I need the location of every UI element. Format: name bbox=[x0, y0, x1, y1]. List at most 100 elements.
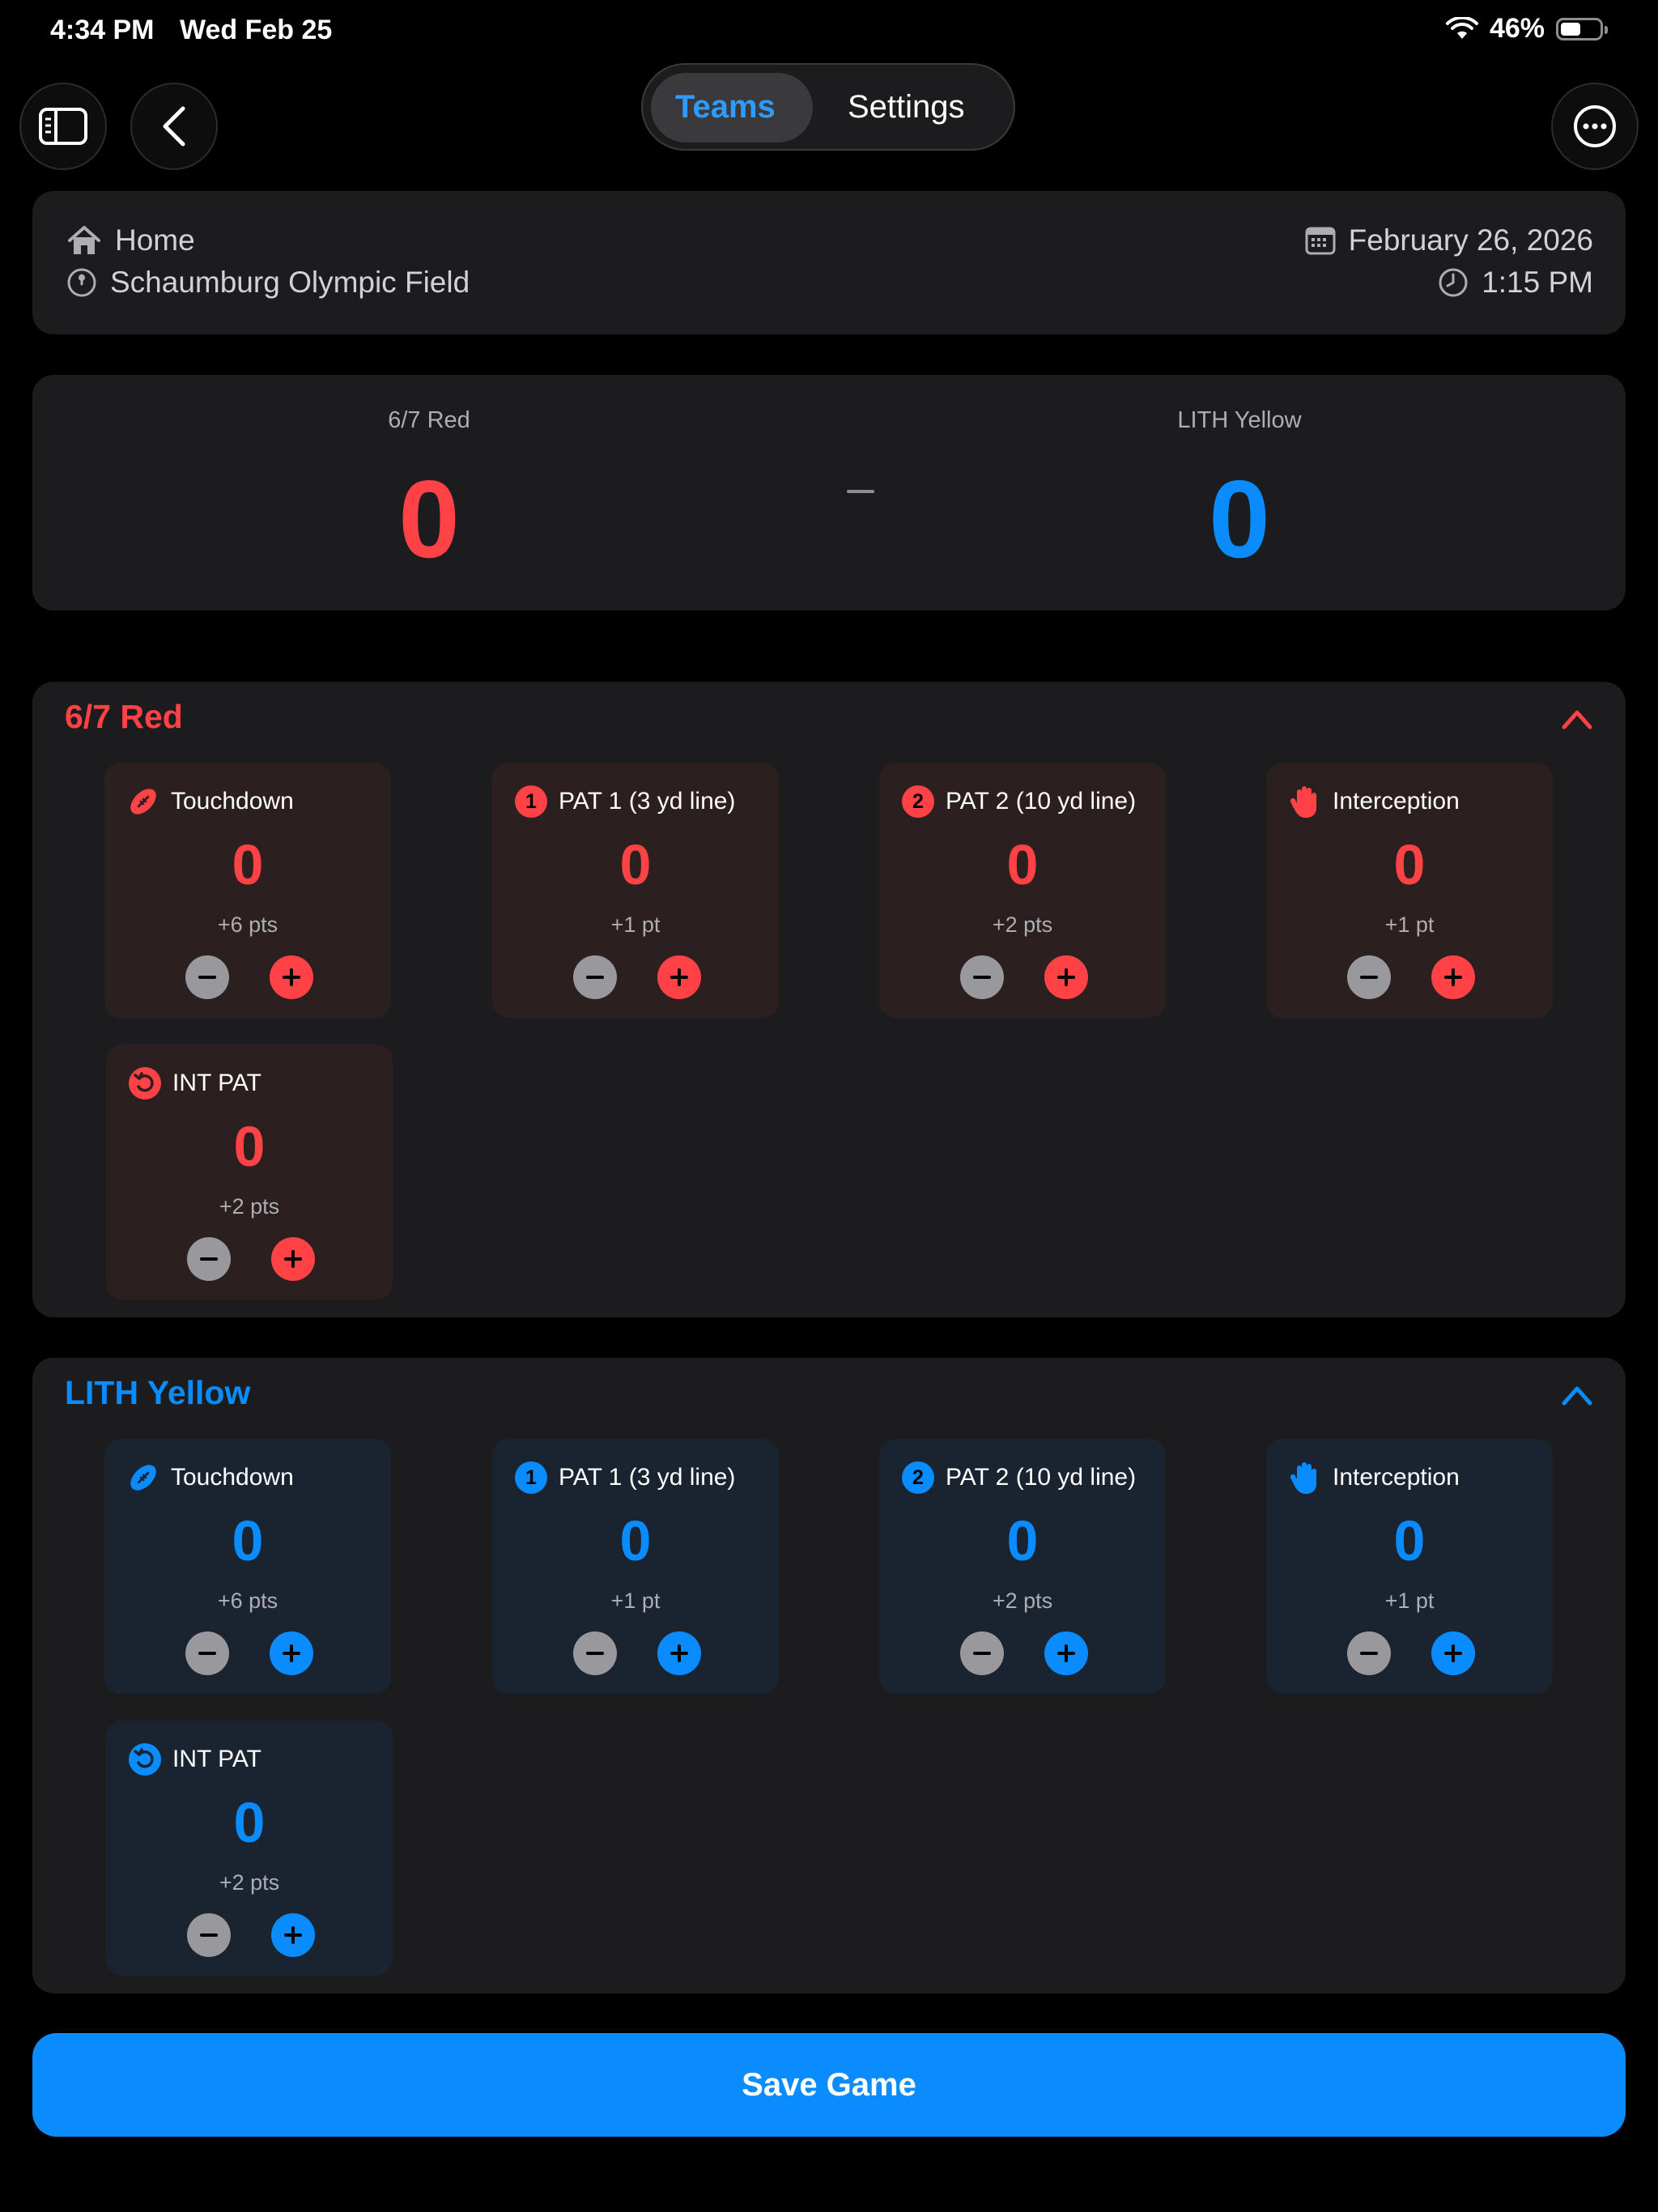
stat-card-touchdown: Touchdown 0 +6 pts bbox=[104, 763, 391, 1018]
decrement-button[interactable] bbox=[185, 1631, 229, 1675]
stat-card-interception: Interception 0 +1 pt bbox=[1266, 763, 1553, 1018]
minus-icon bbox=[1360, 976, 1378, 979]
venue-row: Schaumburg Olympic Field bbox=[66, 266, 470, 300]
stat-value: 0 bbox=[1006, 833, 1039, 896]
ellipsis-circle-icon bbox=[1574, 105, 1616, 147]
chevron-up-icon[interactable] bbox=[1561, 704, 1593, 734]
stat-label: PAT 2 (10 yd line) bbox=[946, 1464, 1137, 1491]
minus-icon bbox=[200, 1257, 218, 1261]
stat-value: 0 bbox=[1393, 1509, 1426, 1572]
return-arrow-icon bbox=[129, 1067, 161, 1100]
stat-label: INT PAT bbox=[172, 1746, 262, 1772]
stat-label: PAT 1 (3 yd line) bbox=[559, 788, 736, 815]
decrement-button[interactable] bbox=[960, 1631, 1004, 1675]
stat-points: +1 pt bbox=[1384, 1589, 1435, 1613]
stat-card-touchdown: Touchdown 0 +6 pts bbox=[104, 1439, 391, 1694]
status-date: Wed Feb 25 bbox=[180, 15, 333, 45]
stat-card-pat2: 2 PAT 2 (10 yd line) 0 +2 pts bbox=[879, 1439, 1166, 1694]
more-options-button[interactable] bbox=[1551, 83, 1639, 170]
stat-points: +6 pts bbox=[217, 912, 278, 937]
stat-value: 0 bbox=[619, 833, 652, 896]
decrement-button[interactable] bbox=[960, 955, 1004, 999]
home-team-score: 0 bbox=[398, 457, 460, 581]
game-date: February 26, 2026 bbox=[1348, 223, 1593, 257]
stat-points: +2 pts bbox=[219, 1870, 280, 1895]
decrement-button[interactable] bbox=[187, 1237, 231, 1281]
tab-teams[interactable]: Teams bbox=[675, 89, 776, 125]
plus-icon bbox=[283, 1644, 300, 1662]
stat-label: Interception bbox=[1333, 788, 1460, 815]
stat-card-int-pat: INT PAT 0 +2 pts bbox=[106, 1721, 393, 1976]
football-icon bbox=[127, 1461, 159, 1494]
decrement-button[interactable] bbox=[573, 955, 617, 999]
status-time: 4:34 PM bbox=[50, 15, 155, 45]
increment-button[interactable] bbox=[657, 955, 701, 999]
status-bar: 4:34 PM Wed Feb 25 46% bbox=[0, 0, 1658, 65]
chevron-up-icon[interactable] bbox=[1561, 1380, 1593, 1410]
return-arrow-icon bbox=[129, 1743, 161, 1776]
minus-icon bbox=[1360, 1652, 1378, 1655]
date-row: February 26, 2026 bbox=[1305, 223, 1593, 257]
increment-button[interactable] bbox=[1431, 955, 1475, 999]
minus-icon bbox=[586, 976, 604, 979]
minus-icon bbox=[198, 1652, 216, 1655]
away-team-score: 0 bbox=[1209, 457, 1270, 581]
increment-button[interactable] bbox=[1044, 1631, 1088, 1675]
stat-label: Interception bbox=[1333, 1464, 1460, 1491]
stat-points: +2 pts bbox=[219, 1194, 280, 1219]
venue-name: Schaumburg Olympic Field bbox=[110, 266, 470, 299]
football-icon bbox=[127, 785, 159, 818]
chevron-left-icon bbox=[163, 106, 185, 147]
number-two-icon: 2 bbox=[902, 785, 934, 818]
stat-points: +1 pt bbox=[610, 912, 661, 937]
stat-value: 0 bbox=[233, 1791, 266, 1854]
decrement-button[interactable] bbox=[573, 1631, 617, 1675]
stat-points: +1 pt bbox=[1384, 912, 1435, 937]
decrement-button[interactable] bbox=[1347, 1631, 1391, 1675]
scoreboard-card: 6/7 Red 0 LITH Yellow 0 bbox=[32, 375, 1626, 610]
tab-settings[interactable]: Settings bbox=[848, 89, 965, 125]
increment-button[interactable] bbox=[271, 1913, 315, 1957]
sidebar-toggle-button[interactable] bbox=[19, 83, 107, 170]
stat-label: PAT 2 (10 yd line) bbox=[946, 788, 1137, 815]
home-team-name: 6/7 Red bbox=[388, 407, 470, 433]
stat-label: Touchdown bbox=[171, 788, 294, 815]
stat-card-pat1: 1 PAT 1 (3 yd line) 0 +1 pt bbox=[492, 763, 779, 1018]
minus-icon bbox=[200, 1933, 218, 1937]
view-segmented-control: Teams Settings bbox=[641, 63, 1015, 151]
battery-percent: 46% bbox=[1489, 13, 1545, 44]
increment-button[interactable] bbox=[657, 1631, 701, 1675]
number-one-icon: 1 bbox=[515, 1461, 547, 1494]
back-button[interactable] bbox=[130, 83, 218, 170]
increment-button[interactable] bbox=[1044, 955, 1088, 999]
minus-icon bbox=[973, 976, 991, 979]
increment-button[interactable] bbox=[270, 1631, 313, 1675]
stat-card-int-pat: INT PAT 0 +2 pts bbox=[106, 1044, 393, 1300]
hand-icon bbox=[1289, 1461, 1321, 1494]
game-info-card: Home Schaumburg Olympic Field February 2… bbox=[32, 191, 1626, 334]
decrement-button[interactable] bbox=[187, 1913, 231, 1957]
save-game-button[interactable]: Save Game bbox=[32, 2033, 1626, 2137]
stat-label: INT PAT bbox=[172, 1070, 262, 1096]
stat-card-pat1: 1 PAT 1 (3 yd line) 0 +1 pt bbox=[492, 1439, 779, 1694]
hand-icon bbox=[1289, 785, 1321, 818]
plus-icon bbox=[283, 968, 300, 986]
increment-button[interactable] bbox=[1431, 1631, 1475, 1675]
plus-icon bbox=[670, 1644, 688, 1662]
stat-points: +6 pts bbox=[217, 1589, 278, 1613]
stat-label: PAT 1 (3 yd line) bbox=[559, 1464, 736, 1491]
plus-icon bbox=[1057, 1644, 1075, 1662]
decrement-button[interactable] bbox=[185, 955, 229, 999]
plus-icon bbox=[1444, 968, 1462, 986]
game-time: 1:15 PM bbox=[1482, 266, 1593, 299]
team-section-blue: LITH Yellow Touchdown 0 +6 pts 1 PAT 1 (… bbox=[32, 1358, 1626, 1993]
number-two-icon: 2 bbox=[902, 1461, 934, 1494]
stat-value: 0 bbox=[1006, 1509, 1039, 1572]
stat-card-pat2: 2 PAT 2 (10 yd line) 0 +2 pts bbox=[879, 763, 1166, 1018]
minus-icon bbox=[198, 976, 216, 979]
increment-button[interactable] bbox=[270, 955, 313, 999]
team-section-red: 6/7 Red Touchdown 0 +6 pts 1 PAT 1 (3 yd… bbox=[32, 682, 1626, 1317]
increment-button[interactable] bbox=[271, 1237, 315, 1281]
away-team-name: LITH Yellow bbox=[1177, 407, 1302, 433]
decrement-button[interactable] bbox=[1347, 955, 1391, 999]
